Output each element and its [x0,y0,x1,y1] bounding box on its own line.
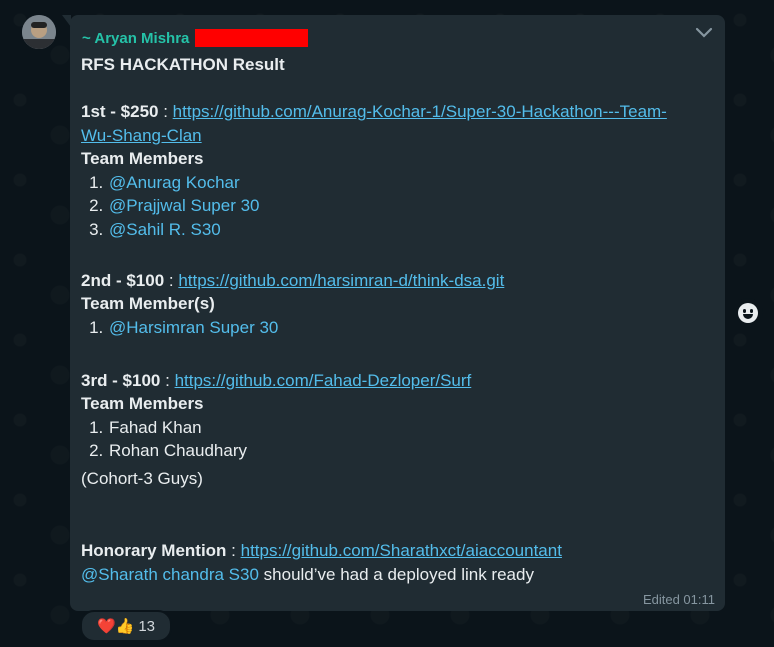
honorary-mention-label: Honorary Mention [81,541,227,560]
first-team-members-label: Team Members [81,149,204,168]
member-mention[interactable]: @Anurag Kochar [109,173,240,192]
cohort-note: (Cohort-3 Guys) [81,468,203,488]
smiley-face [738,303,758,323]
reaction-emojis: ❤️👍 [96,618,135,635]
honorary-member-mention[interactable]: @Sharath chandra S30 [81,565,259,584]
member-name: Fahad Khan [109,417,202,437]
emoji-smiley-icon[interactable] [733,298,763,328]
member-mention[interactable]: @Harsimran Super 30 [109,318,278,337]
sender-row: ~ Aryan Mishra [82,29,309,47]
third-place-link[interactable]: https://github.com/Fahad-Dezloper/Surf [175,371,472,390]
honorary-comment: should’ve had a deployed link ready [258,564,534,584]
reaction-count: 13 [138,617,156,635]
redacted-phone-number [195,29,309,47]
message-bubble[interactable]: ~ Aryan Mishra RFS HACKATHON Result 1st … [62,15,725,611]
chevron-down-icon[interactable] [695,27,713,39]
member-name: Rohan Chaudhary [109,441,247,460]
second-team-list: @Harsimran Super 30 [81,316,711,340]
first-place-label: 1st - $250 [81,102,159,121]
reactions-pill[interactable]: ❤️👍 13 [80,610,172,642]
avatar[interactable] [22,15,56,49]
message-text: RFS HACKATHON Result 1st - $250 : https:… [81,53,711,586]
message-title: RFS HACKATHON Result [81,55,285,74]
first-team-list: @Anurag Kochar @Prajjwal Super 30 @Sahil… [81,171,711,242]
second-place-link[interactable]: https://github.com/harsimran-d/think-dsa… [178,271,504,290]
second-place-label: 2nd - $100 [81,270,165,290]
second-team-members-label: Team Member(s) [81,294,215,313]
honorary-mention-link[interactable]: https://github.com/Sharathxct/aiaccounta… [241,541,562,560]
member-mention[interactable]: @Prajjwal Super 30 [109,196,260,215]
member-mention[interactable]: @Sahil R. S30 [109,220,221,239]
avatar-photo [22,15,56,49]
first-place-link-continued[interactable]: Wu-Shang-Clan [81,126,202,145]
message-edited-time: Edited 01:11 [642,592,715,607]
third-team-list: Fahad Khan Rohan Chaudhary [81,416,711,463]
third-team-members-label: Team Members [81,394,204,413]
first-place-link[interactable]: https://github.com/Anurag-Kochar-1/Super… [173,102,667,121]
third-place-label: 3rd - $100 [81,370,161,390]
sender-name[interactable]: ~ Aryan Mishra [82,30,189,47]
